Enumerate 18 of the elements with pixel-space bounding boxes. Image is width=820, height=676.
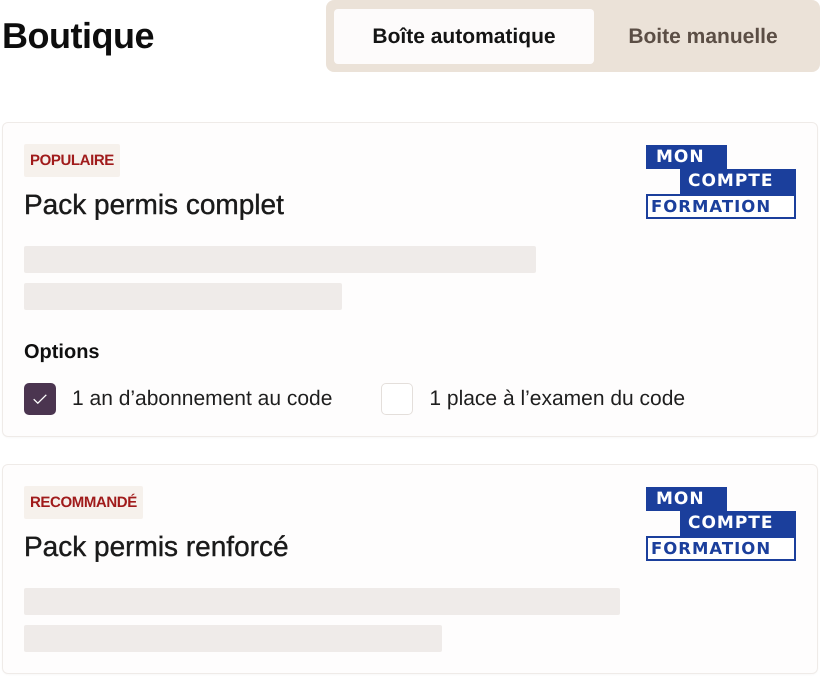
highlight-tag: POPULAIRE <box>24 144 120 177</box>
logo-word: COMPTE <box>680 511 796 536</box>
logo-word: MON <box>646 487 727 511</box>
tab[interactable]: Boîte automatique <box>334 9 594 64</box>
checkmark-icon <box>33 394 47 404</box>
logo-word: FORMATION <box>646 536 796 561</box>
checkbox[interactable] <box>24 383 56 415</box>
page-title: Boutique <box>2 14 154 58</box>
logo-word: COMPTE <box>680 169 796 194</box>
logo-word: FORMATION <box>646 194 796 219</box>
tab[interactable]: Boite manuelle <box>594 9 812 64</box>
logo-word: MON <box>646 145 727 169</box>
checkbox-label: 1 an d’abonnement au code <box>72 386 332 412</box>
checkbox-label: 1 place à l’examen du code <box>429 386 686 412</box>
highlight-tag: RECOMMANDÉ <box>24 486 143 519</box>
product-title: Pack permis renforcé <box>24 530 289 564</box>
product-title: Pack permis complet <box>24 188 284 222</box>
options-heading: Options <box>24 340 101 364</box>
